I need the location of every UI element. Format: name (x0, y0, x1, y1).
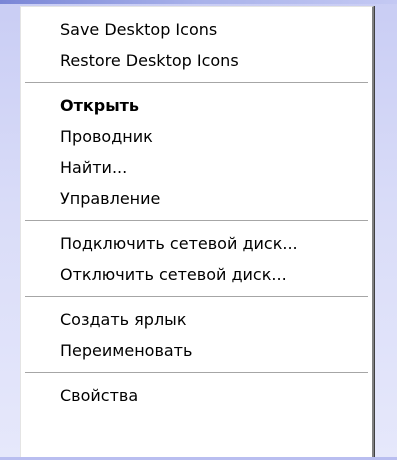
menu-item-restore-desktop-icons[interactable]: Restore Desktop Icons (21, 45, 372, 76)
menu-separator (21, 76, 372, 90)
menu-item-save-desktop-icons[interactable]: Save Desktop Icons (21, 14, 372, 45)
menu-separator (21, 366, 372, 380)
menu-item-rename[interactable]: Переименовать (21, 335, 372, 366)
desktop-background (0, 0, 397, 4)
menu-item-properties[interactable]: Свойства (21, 380, 372, 411)
menu-item-manage[interactable]: Управление (21, 183, 372, 214)
menu-separator (21, 214, 372, 228)
menu-item-disconnect-network-drive[interactable]: Отключить сетевой диск... (21, 259, 372, 290)
menu-separator (21, 290, 372, 304)
menu-item-create-shortcut[interactable]: Создать ярлык (21, 304, 372, 335)
menu-item-open[interactable]: Открыть (21, 90, 372, 121)
context-menu: Save Desktop Icons Restore Desktop Icons… (20, 6, 374, 460)
menu-item-map-network-drive[interactable]: Подключить сетевой диск... (21, 228, 372, 259)
menu-item-explorer[interactable]: Проводник (21, 121, 372, 152)
menu-item-search[interactable]: Найти... (21, 152, 372, 183)
